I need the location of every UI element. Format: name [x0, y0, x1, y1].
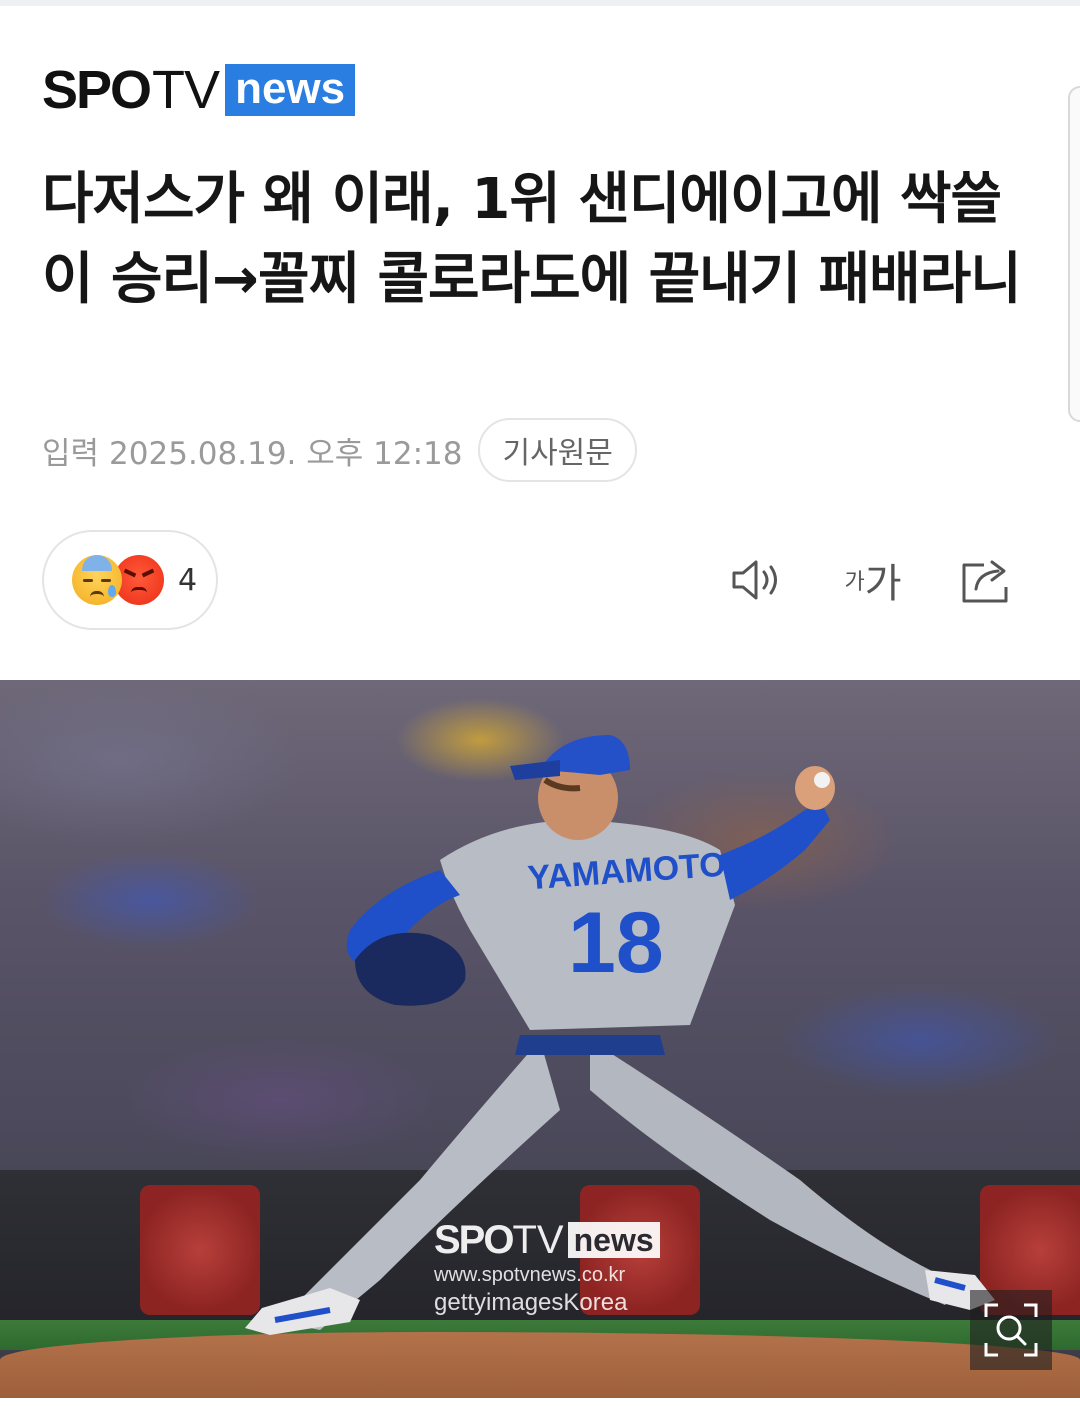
font-size-large-glyph: 가 [864, 561, 902, 607]
spotv-news-logo[interactable]: SPO TV news [42, 60, 356, 120]
font-size-button[interactable]: 가 가 [838, 552, 908, 608]
watermark-tv: TV [512, 1218, 564, 1262]
watermark-spo: SPO [434, 1218, 514, 1262]
jersey-number: 18 [568, 895, 664, 991]
publish-date: 2025.08.19. 오후 12:18 [109, 435, 463, 472]
share-icon [962, 560, 1008, 603]
side-panel-handle[interactable] [1068, 86, 1080, 422]
share-button[interactable] [956, 552, 1016, 608]
article-meta: 입력 2025.08.19. 오후 12:18 기사원문 [42, 418, 637, 482]
speaker-icon [732, 560, 777, 600]
logo-news-text: news [225, 64, 356, 116]
zoom-search-icon [984, 1303, 1038, 1357]
text-to-speech-button[interactable] [726, 552, 786, 608]
sad-tear-emoji-icon [72, 555, 122, 605]
original-article-button[interactable]: 기사원문 [478, 418, 637, 482]
watermark-news: news [567, 1222, 660, 1258]
article-photo[interactable]: YAMAMOTO 18 SPO TV news www.spotvnews.co… [0, 680, 1080, 1398]
article-headline: 다저스가 왜 이래, 1위 샌디에이고에 싹쓸이 승리→꼴찌 콜로라도에 끝내기… [42, 167, 1022, 312]
reaction-count: 4 [178, 562, 198, 598]
font-size-small-glyph: 가 [844, 570, 865, 595]
photo-watermark: SPO TV news www.spotvnews.co.kr gettyima… [434, 1220, 664, 1317]
watermark-logo: SPO TV news [434, 1220, 664, 1260]
watermark-getty: gettyimagesKorea [434, 1289, 628, 1316]
reaction-summary-button[interactable]: 4 [42, 530, 218, 630]
logo-spo-text: SPO [42, 60, 152, 120]
page-bottom-edge [0, 1398, 1080, 1411]
top-status-strip [0, 0, 1080, 6]
logo-tv-text: TV [152, 60, 220, 120]
date-label: 입력 [42, 435, 100, 472]
watermark-url: www.spotvnews.co.kr [434, 1264, 626, 1286]
photo-zoom-button[interactable] [970, 1290, 1052, 1370]
